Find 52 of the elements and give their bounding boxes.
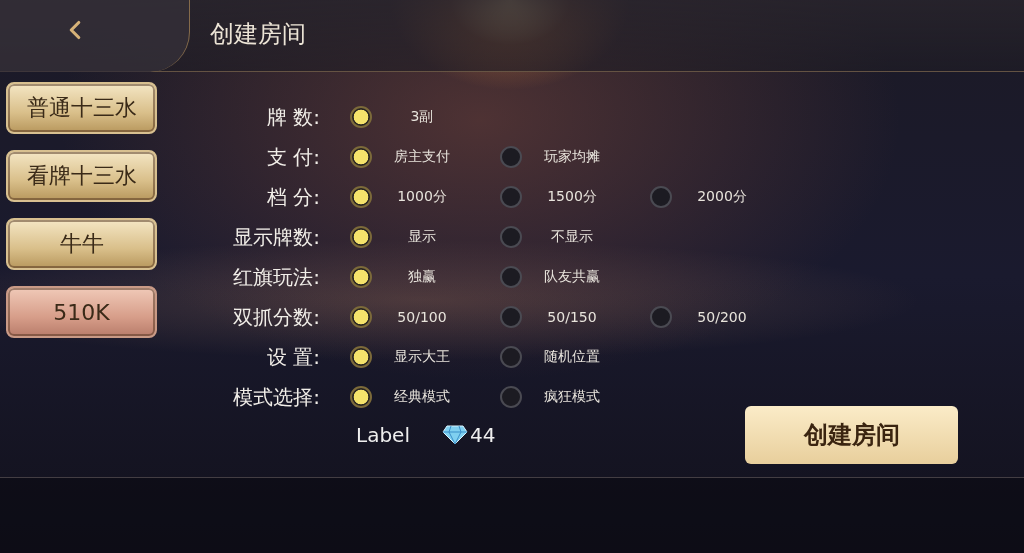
radio-button[interactable] bbox=[350, 186, 372, 208]
option-label: 经典模式 bbox=[393, 388, 451, 406]
radio-button[interactable] bbox=[500, 266, 522, 288]
radio-button[interactable] bbox=[500, 386, 522, 408]
back-button[interactable] bbox=[0, 0, 190, 72]
option-label: 疯狂模式 bbox=[543, 388, 601, 406]
option-label: 房主支付 bbox=[393, 148, 451, 166]
setting-label: 双抓分数: bbox=[232, 303, 320, 331]
radio-button[interactable] bbox=[500, 346, 522, 368]
radio-button[interactable] bbox=[500, 226, 522, 248]
option-label: 不显示 bbox=[550, 228, 594, 246]
option-label: 1500分 bbox=[546, 188, 598, 206]
option-label: 1000分 bbox=[396, 188, 448, 206]
diamond-icon bbox=[441, 425, 468, 445]
option-label: 独赢 bbox=[407, 268, 437, 286]
setting-label: 档 分: bbox=[265, 183, 320, 211]
setting-label: 牌 数: bbox=[265, 103, 320, 131]
setting-label: 显示牌数: bbox=[232, 223, 320, 251]
radio-button[interactable] bbox=[650, 306, 672, 328]
footer-label: Label bbox=[356, 423, 410, 447]
option-label: 队友共赢 bbox=[543, 268, 601, 286]
radio-button[interactable] bbox=[350, 226, 372, 248]
radio-button[interactable] bbox=[350, 346, 372, 368]
option-label: 50/150 bbox=[546, 309, 598, 325]
page-title: 创建房间 bbox=[210, 18, 306, 50]
option-label: 玩家均摊 bbox=[543, 148, 601, 166]
create-room-button[interactable]: 创建房间 bbox=[745, 406, 958, 464]
game-tab[interactable]: 看牌十三水 bbox=[6, 150, 157, 202]
radio-button[interactable] bbox=[500, 146, 522, 168]
diamond-count: 44 bbox=[469, 423, 496, 447]
option-label: 随机位置 bbox=[543, 348, 601, 366]
setting-label: 设 置: bbox=[265, 343, 320, 371]
radio-button[interactable] bbox=[350, 386, 372, 408]
game-tab[interactable]: 牛牛 bbox=[6, 218, 157, 270]
setting-label: 红旗玩法: bbox=[232, 263, 320, 291]
game-tab[interactable]: 510K bbox=[6, 286, 157, 338]
radio-button[interactable] bbox=[350, 266, 372, 288]
option-label: 显示大王 bbox=[393, 348, 451, 366]
game-tab[interactable]: 普通十三水 bbox=[6, 82, 157, 134]
radio-button[interactable] bbox=[350, 146, 372, 168]
option-label: 显示 bbox=[407, 228, 437, 246]
option-label: 3副 bbox=[409, 108, 435, 126]
radio-button[interactable] bbox=[650, 186, 672, 208]
setting-label: 模式选择: bbox=[232, 383, 320, 411]
radio-button[interactable] bbox=[350, 106, 372, 128]
option-label: 50/200 bbox=[696, 309, 748, 325]
setting-label: 支 付: bbox=[265, 143, 320, 171]
radio-button[interactable] bbox=[500, 306, 522, 328]
option-label: 50/100 bbox=[396, 309, 448, 325]
option-label: 2000分 bbox=[696, 188, 748, 206]
radio-button[interactable] bbox=[350, 306, 372, 328]
radio-button[interactable] bbox=[500, 186, 522, 208]
